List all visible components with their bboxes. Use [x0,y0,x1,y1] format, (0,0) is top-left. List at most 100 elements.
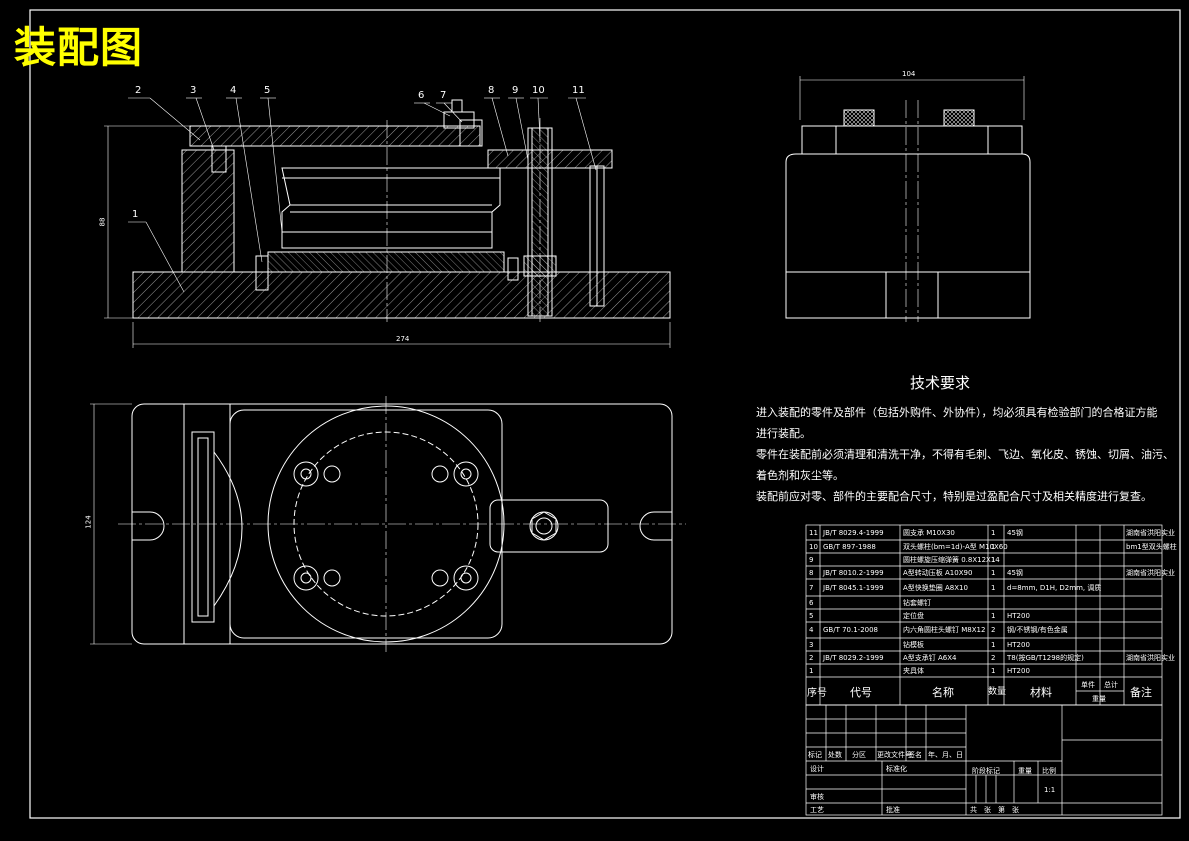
bom-qty: 1 [991,584,996,592]
callout-8: 8 [488,85,495,96]
bom-qty: 1 [991,529,996,537]
bom-name: A型快换垫圈 A8X10 [903,584,968,592]
dim-front-height: 88 [98,217,107,227]
tb-weight: 重量 [1018,767,1032,775]
bom-no: 7 [809,584,814,592]
bom-no: 10 [809,543,818,551]
tb-scale-value: 1:1 [1044,786,1056,794]
callout-10: 10 [532,85,545,96]
callout-11: 11 [572,85,585,96]
bom-header-single: 单件 [1081,681,1095,689]
tb-sheets: 共 张 第 张 [970,806,1019,814]
bom-code: GB/T 897-1988 [823,543,876,551]
tb-zone: 分区 [852,751,866,759]
bom-no: 5 [809,612,814,620]
front-section-view [104,97,671,348]
bom-code: JB/T 8029.2-1999 [823,654,884,662]
callout-6: 6 [418,90,425,101]
callout-4: 4 [230,85,237,96]
callout-9: 9 [512,85,519,96]
bom-header-note: 备注 [1130,686,1152,699]
drawing-title: 装配图 [14,23,144,72]
tb-change-doc: 更改文件号 [877,751,912,759]
bom-name: 内六角圆柱头螺钉 M8X12 [903,626,986,634]
bom-qty: 1 [991,667,996,675]
callout-5: 5 [264,85,271,96]
bom-material: HT200 [1007,667,1030,675]
tech-req-line: 着色剂和灰尘等。 [756,469,844,482]
tech-req-line: 进入装配的零件及部件（包括外购件、外协件），均必须具有检验部门的合格证方能 [756,406,1158,419]
bom-material: 钢/不锈钢/有色金属 [1007,626,1068,634]
bom-qty: 1 [991,543,996,551]
bom-note: bm1型双头螺柱 [1126,543,1177,551]
bom-note: 湖南省洪阳实业 [1126,654,1175,662]
bom-note: 湖南省洪阳实业 [1126,569,1175,577]
bom-no: 3 [809,641,814,649]
callout-3: 3 [190,85,197,96]
tb-places: 处数 [828,751,842,759]
bom-material: 45钢 [1007,569,1023,577]
bom-name: 定位盘 [903,612,924,620]
bom-qty: 1 [991,556,996,564]
bom-name: 圆柱螺旋压缩弹簧 0.8X12X14 [903,556,1000,564]
bom-header-weight: 重量 [1092,695,1106,703]
bom-material: HT200 [1007,612,1030,620]
dim-front-width: 274 [396,335,410,343]
tb-mark: 标记 [808,751,822,759]
callout-7: 7 [440,90,447,101]
bom-header-name: 名称 [932,686,954,699]
bom-qty: 1 [991,641,996,649]
bom-qty: 2 [991,654,996,662]
tb-approve: 批准 [886,806,900,814]
bom-header-qty: 数量 [988,687,1007,697]
bom-qty: 1 [991,569,996,577]
bom-no: 8 [809,569,814,577]
tb-standard: 标准化 [886,765,907,773]
tb-scale: 比例 [1042,767,1056,775]
callout-1: 1 [132,209,139,220]
bom-no: 1 [809,667,814,675]
bom-header-material: 材料 [1030,686,1052,699]
bom-no: 9 [809,556,814,564]
callout-2: 2 [135,85,142,96]
bom-code: JB/T 8029.4-1999 [823,529,884,537]
tb-process: 工艺 [810,806,824,814]
bom-qty: 2 [991,626,996,634]
tech-req-line: 装配前应对零、部件的主要配合尺寸，特别是过盈配合尺寸及相关精度进行复查。 [756,490,1152,503]
tb-stage: 阶段标记 [972,767,1000,775]
side-view [785,76,1031,322]
top-view [90,396,686,652]
bom-no: 11 [809,529,818,537]
bom-code: GB/T 70.1-2008 [823,626,879,634]
bom-name: 圆支承 M10X30 [903,529,955,537]
tech-req-line: 进行装配。 [756,427,811,440]
bom-name: 钻模板 [903,641,924,649]
bom-name: 夹具体 [903,667,924,675]
bom-code: JB/T 8045.1-1999 [823,584,884,592]
tech-requirements-title: 技术要求 [910,374,971,392]
dim-top-height: 124 [84,515,93,529]
bom-material: T8(按GB/T1298的规定) [1007,654,1084,662]
tb-review: 审核 [810,793,824,801]
tb-sign: 签名 [908,751,922,759]
bom-note: 湖南省洪阳实业 [1126,529,1175,537]
bom-header-code: 代号 [850,686,872,699]
bom-material: d=8mm, D1H, D2mm, 调质 [1007,584,1102,592]
bom-material: 45钢 [1007,529,1023,537]
bom-no: 6 [809,599,814,607]
dim-side-width: 104 [902,70,916,78]
drawing-canvas [29,9,1181,819]
tech-req-line: 零件在装配前必须清理和清洗干净，不得有毛刺、飞边、氧化皮、锈蚀、切屑、油污、 [756,448,1174,461]
bom-name: 钻套螺钉 [903,599,931,607]
bom-name: A型转动压板 A10X90 [903,569,973,577]
bom-no: 4 [809,626,814,634]
bom-qty: 1 [991,612,996,620]
bom-code: JB/T 8010.2-1999 [823,569,884,577]
tb-date: 年、月、日 [928,751,963,759]
bom-material: HT200 [1007,641,1030,649]
bom-header-total: 总计 [1104,681,1118,689]
tb-design: 设计 [810,765,824,773]
bom-name: A型支承钉 A6X4 [903,654,957,662]
bom-header-no: 序号 [807,688,827,699]
bom-no: 2 [809,654,814,662]
